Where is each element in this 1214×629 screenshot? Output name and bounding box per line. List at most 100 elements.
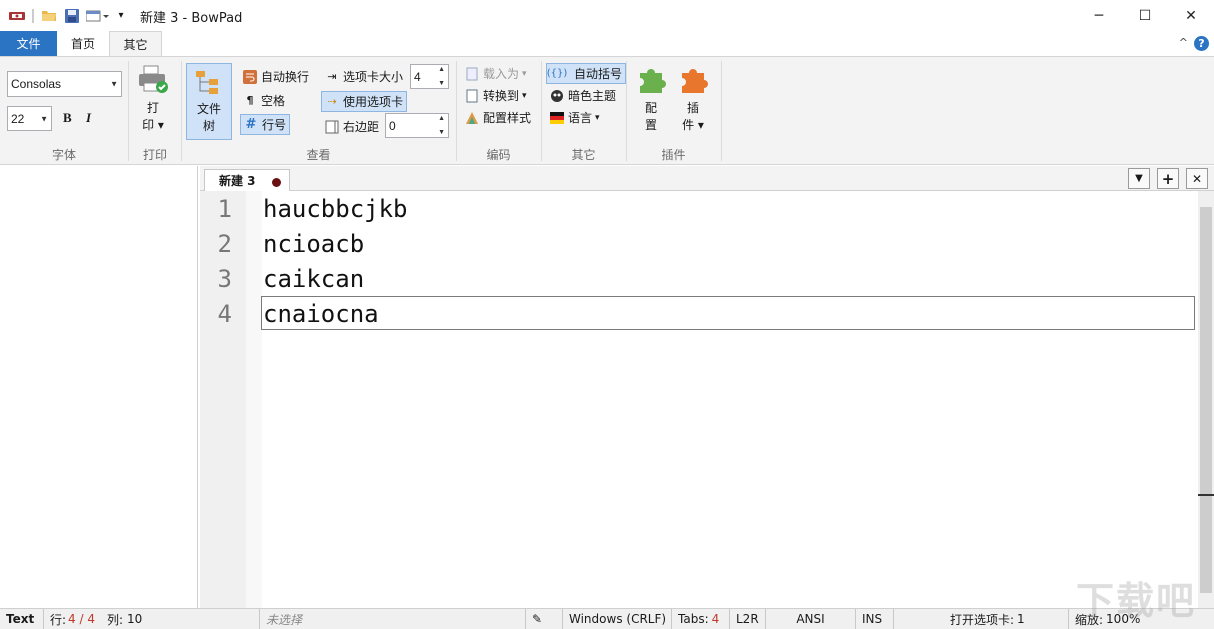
tabs-status[interactable]: Tabs: 4 [672,609,730,629]
dark-theme-icon [550,89,564,103]
auto-brace-button[interactable]: ({}) 自动括号 [546,63,627,84]
plugin-config-button[interactable]: 配 置 [635,65,667,134]
title-bar: ▾ 新建 3 - BowPad ─ ☐ ✕ [0,0,1214,31]
italic-button[interactable]: I [86,110,91,126]
auto-brace-label: 自动括号 [574,67,623,81]
help-icon[interactable]: ? [1194,36,1209,51]
tab-size-label-row: ⇥ 选项卡大小 [325,68,403,85]
chevron-down-icon: ▾ [595,112,600,123]
word-wrap-icon [243,69,257,84]
right-margin-spinner[interactable]: 0 ▲ ▼ [385,113,449,138]
fold-margin[interactable] [246,191,262,608]
spin-up-icon[interactable]: ▲ [438,66,445,73]
tabs-label: Tabs: [678,612,709,626]
tab-other[interactable]: 其它 [109,31,162,57]
bold-button[interactable]: B [63,110,72,126]
row-value: 4 / 4 [68,612,95,626]
app-icon[interactable] [8,7,26,24]
encoding-group-label: 编码 [486,148,511,162]
plugin-config-label-1: 配 [644,101,657,115]
plugins-group-label: 插件 [661,148,686,162]
document-icon [465,89,479,103]
config-style-button[interactable]: 配置样式 [465,109,531,126]
chevron-down-icon: ▾ [522,68,527,79]
row-label: 行: [50,612,67,627]
hash-icon: # [245,117,257,132]
code-line[interactable]: haucbbcjkb [262,192,408,227]
customize-quick-access-icon[interactable]: ▾ [115,7,127,24]
print-group-label: 打印 [142,148,167,162]
right-margin-value: 0 [389,118,396,133]
whitespace-label: 空格 [261,94,286,108]
modified-indicator-icon[interactable] [272,178,281,187]
puzzle-green-icon [636,65,666,100]
lexer-status[interactable]: Text [0,609,44,629]
plugin-config-label-2: 置 [644,118,657,132]
open-tabs-status: 打开选项卡: 1 [894,609,1069,629]
edit-state-icon: ✎ [526,609,563,629]
spin-down-icon[interactable]: ▼ [438,80,445,87]
view-group-label: 查看 [306,148,331,162]
col-value: 10 [127,612,143,626]
tab-file[interactable]: 文件 [0,31,57,56]
file-tree-button[interactable]: 文件 树 [186,63,232,140]
convert-to-button[interactable]: 转换到 ▾ [465,87,527,104]
word-wrap-button[interactable]: 自动换行 [243,68,309,85]
tab-arrow-icon: ⇥ [327,70,337,83]
file-tree-panel[interactable] [0,166,198,608]
line-numbers-label: 行号 [262,118,287,132]
line-numbers-button[interactable]: # 行号 [240,114,291,135]
line-ending-status[interactable]: Windows (CRLF) [563,609,672,629]
maximize-button[interactable]: ☐ [1122,0,1168,31]
tab-arrow-icon: ⇢ [327,95,337,108]
vertical-scrollbar[interactable] [1198,191,1214,608]
language-button[interactable]: 语言 ▾ [550,109,600,126]
close-button[interactable]: ✕ [1168,0,1214,31]
use-tabs-label: 使用选项卡 [343,95,404,109]
window-title: 新建 3 - BowPad [140,11,243,26]
plugins-button[interactable]: 插 件 ▾ [676,65,710,134]
encoding-status[interactable]: ANSI [766,609,856,629]
editor[interactable]: 1 2 3 4 haucbbcjkb ncioacb caikcan cnaio… [200,191,1214,608]
new-tab-button[interactable]: + [1157,168,1179,189]
spin-down-icon[interactable]: ▼ [438,129,445,136]
open-folder-icon[interactable] [40,7,58,24]
tab-size-spinner[interactable]: 4 ▲ ▼ [410,64,449,89]
tab-list-button[interactable]: ▼ [1128,168,1150,189]
line-number-gutter: 1 2 3 4 [200,191,246,608]
document-tab[interactable]: 新建 3 [204,169,290,191]
line-number: 2 [217,230,232,258]
document-icon [465,67,479,81]
code-line[interactable]: cnaiocna [262,297,379,332]
col-label: 列: [107,612,124,627]
code-line[interactable]: ncioacb [262,227,364,262]
ribbon-tab-row: 文件 首页 其它 ^ ? [0,31,1214,57]
printer-icon [137,65,169,100]
insert-mode-status[interactable]: INS [856,609,894,629]
font-size-combo[interactable]: 22 ▼ [7,106,52,131]
close-tab-button[interactable]: ✕ [1186,168,1208,189]
use-tabs-button[interactable]: ⇢ 使用选项卡 [321,91,408,112]
font-group-label: 字体 [51,148,76,162]
print-button[interactable]: 打 印 ▾ [134,65,172,134]
chevron-down-icon: ▼ [110,79,118,89]
font-name-combo[interactable]: Consolas ▼ [7,71,122,97]
scrollbar-thumb[interactable] [1200,207,1212,593]
minimize-button[interactable]: ─ [1076,0,1122,31]
plugins-label-1: 插 [686,101,699,115]
ribbon: Consolas ▼ 22 ▼ B I 字体 打 印 ▾ 打印 文件 树 自动换… [0,56,1214,165]
window-menu-icon[interactable] [85,7,111,24]
quick-access-separator [32,9,34,23]
code-line[interactable]: caikcan [262,262,364,297]
dark-theme-button[interactable]: 暗色主题 [550,87,616,104]
tab-home[interactable]: 首页 [57,31,109,56]
collapse-ribbon-icon[interactable]: ^ [1179,36,1188,49]
save-icon[interactable] [63,7,81,24]
load-as-button[interactable]: 载入为 ▾ [465,65,527,82]
whitespace-button[interactable]: ¶ 空格 [243,92,286,109]
spin-up-icon[interactable]: ▲ [438,115,445,122]
convert-to-label: 转换到 [483,89,520,103]
direction-status[interactable]: L2R [730,609,766,629]
load-as-label: 载入为 [483,67,520,81]
font-size-value: 22 [11,111,25,126]
